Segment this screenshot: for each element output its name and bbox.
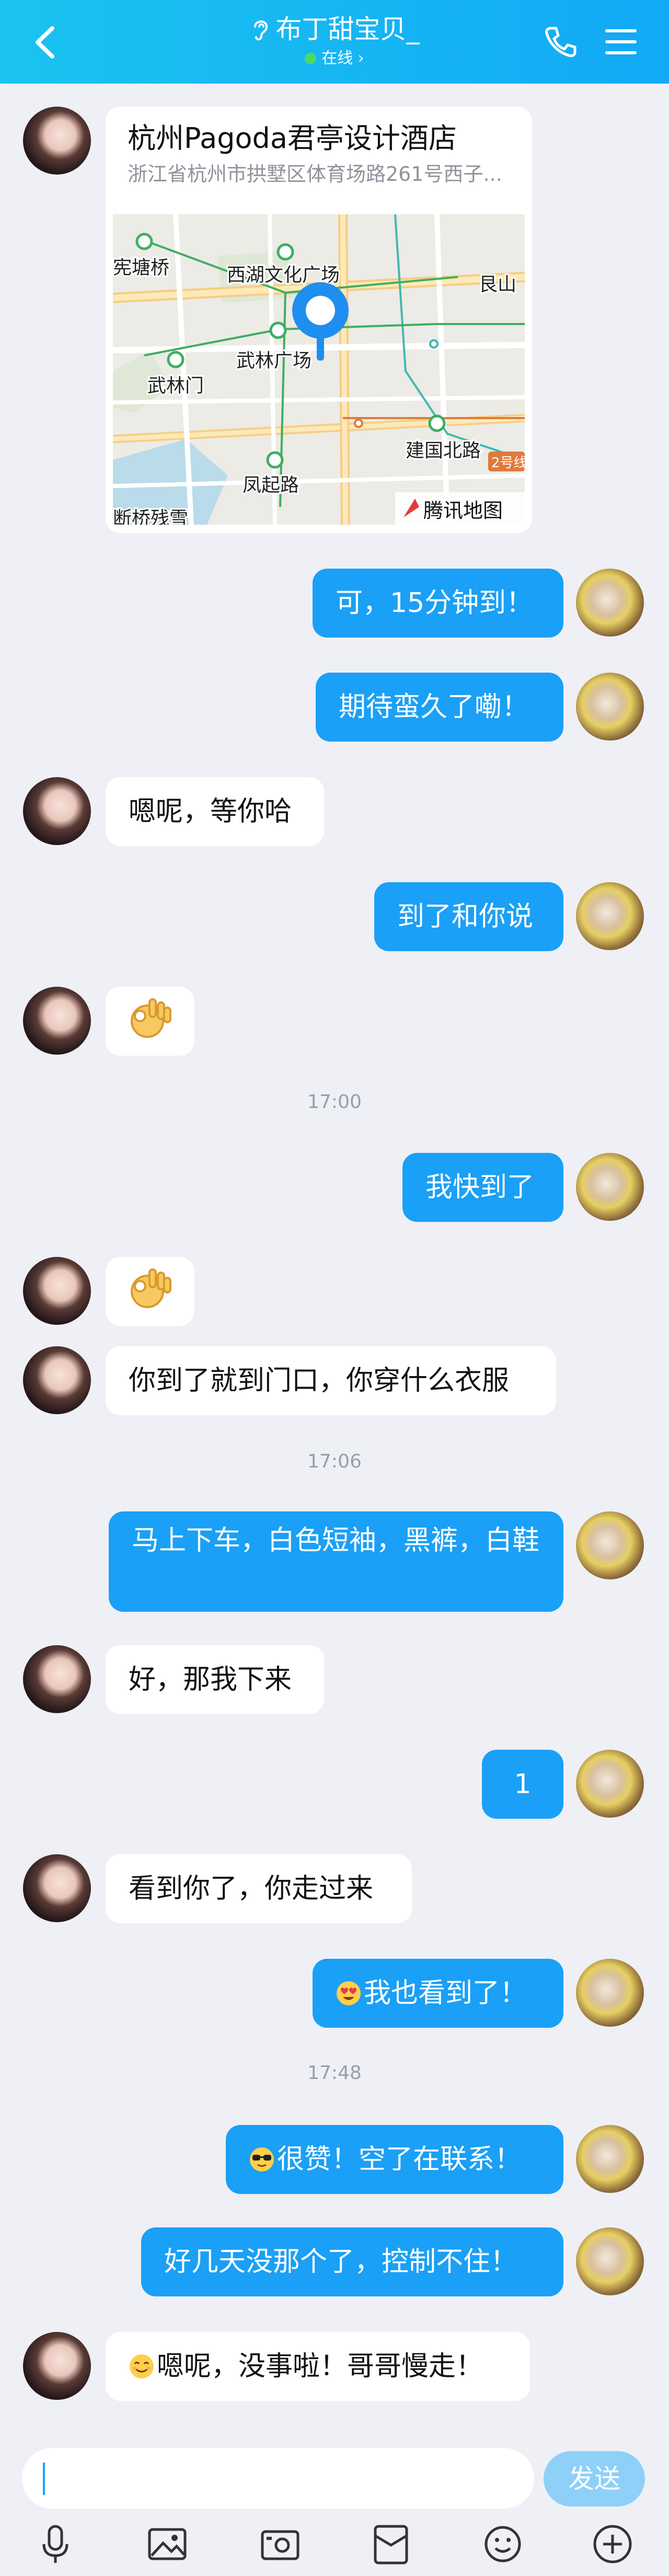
map-preview: 宪塘桥 西湖文化广场 艮山 武林广场 武林门 建国北路 凤起路 断桥残雪 2号线…	[113, 214, 525, 525]
contact-avatar[interactable]	[23, 1346, 91, 1414]
my-avatar[interactable]	[576, 1959, 644, 2027]
red-packet-icon[interactable]	[369, 2522, 413, 2566]
smile-icon	[130, 2354, 154, 2378]
message-bubble[interactable]: 我也看到了！	[313, 1959, 563, 2028]
sunglasses-icon	[250, 2147, 274, 2171]
message-bubble[interactable]: 马上下车，白色短袖，黑裤，白鞋	[109, 1511, 563, 1612]
contact-avatar[interactable]	[23, 2332, 91, 2400]
contact-avatar[interactable]	[23, 1257, 91, 1325]
ear-icon	[253, 20, 268, 41]
message-bubble[interactable]: 嗯呢，没事啦！哥哥慢走！	[106, 2332, 530, 2401]
message-text: 好几天没那个了，控制不住！	[164, 2246, 518, 2278]
ok-hand-icon	[131, 1268, 171, 1308]
timestamp: 17:48	[307, 2062, 362, 2084]
location-address: 浙江省杭州市拱墅区体育场路261号西子...	[128, 163, 502, 186]
message-bubble[interactable]: 嗯呢，等你哈	[106, 777, 324, 846]
my-avatar[interactable]	[576, 2227, 644, 2295]
send-button[interactable]: 发送	[544, 2451, 645, 2506]
location-card[interactable]: 杭州Pagoda君亭设计酒店 浙江省杭州市拱墅区体育场路261号西子... 宪塘…	[106, 107, 532, 533]
message-text: 期待蛮久了嘞！	[339, 691, 529, 723]
message-bubble[interactable]: 看到你了，你走过来	[106, 1854, 412, 1923]
my-avatar[interactable]	[576, 673, 644, 741]
input-bar: 发送	[0, 2435, 669, 2576]
ok-hand-icon	[131, 998, 171, 1038]
microphone-icon[interactable]	[33, 2522, 77, 2566]
contact-avatar[interactable]	[23, 987, 91, 1055]
plus-icon[interactable]	[591, 2522, 635, 2566]
message-bubble[interactable]: 我快到了	[402, 1153, 563, 1222]
message-text: 很赞！空了在联系！	[277, 2144, 522, 2175]
map-label: 断桥残雪	[113, 508, 188, 525]
message-text: 到了和你说	[397, 901, 534, 932]
contact-name: 布丁甜宝贝_	[275, 14, 420, 44]
message-text: 嗯呢，没事啦！哥哥慢走！	[157, 2351, 483, 2382]
contact-avatar[interactable]	[23, 1854, 91, 1922]
camera-icon[interactable]	[258, 2522, 302, 2566]
message-input[interactable]	[22, 2448, 534, 2509]
phone-icon[interactable]	[544, 25, 577, 59]
message-bubble[interactable]: 你到了就到门口，你穿什么衣服	[106, 1346, 556, 1415]
message-bubble[interactable]: 很赞！空了在联系！	[226, 2125, 563, 2194]
heart-eyes-icon	[337, 1981, 361, 2005]
map-label: 艮山	[479, 274, 516, 295]
text-caret	[43, 2463, 45, 2495]
message-text: 可，15分钟到！	[336, 587, 534, 619]
my-avatar[interactable]	[576, 882, 644, 950]
map-label: 武林门	[147, 375, 204, 397]
message-text: 马上下车，白色短袖，黑裤，白鞋	[132, 1525, 540, 1556]
contact-avatar[interactable]	[23, 107, 91, 175]
map-provider: 腾讯地图	[423, 499, 503, 522]
contact-avatar[interactable]	[23, 1645, 91, 1713]
message-bubble[interactable]: 好几天没那个了，控制不住！	[141, 2227, 563, 2296]
my-avatar[interactable]	[576, 1153, 644, 1221]
chat-header: 布丁甜宝贝_ 在线 ›	[0, 0, 669, 84]
contact-avatar[interactable]	[23, 777, 91, 845]
online-dot-icon	[305, 53, 317, 64]
map-label: 宪塘桥	[113, 257, 169, 279]
message-text: 看到你了，你走过来	[129, 1873, 374, 1904]
message-bubble[interactable]	[106, 1257, 194, 1326]
location-name: 杭州Pagoda君亭设计酒店	[128, 122, 457, 155]
timestamp: 17:00	[307, 1091, 362, 1113]
message-text: 你到了就到门口，你穿什么衣服	[129, 1365, 510, 1396]
map-label: 武林广场	[236, 350, 312, 372]
message-text: 嗯呢，等你哈	[129, 796, 292, 827]
timestamp: 17:06	[307, 1451, 362, 1472]
message-bubble[interactable]: 可，15分钟到！	[313, 569, 563, 638]
message-bubble[interactable]: 1	[482, 1750, 563, 1819]
message-text: 我快到了	[425, 1172, 535, 1203]
menu-icon[interactable]	[604, 27, 638, 56]
message-bubble[interactable]: 到了和你说	[374, 882, 563, 951]
map-label: 凤起路	[243, 475, 299, 496]
my-avatar[interactable]	[576, 2125, 644, 2193]
message-bubble[interactable]	[106, 987, 194, 1056]
my-avatar[interactable]	[576, 1511, 644, 1579]
image-icon[interactable]	[145, 2522, 189, 2566]
message-text: 好，那我下来	[129, 1664, 292, 1695]
emoji-icon[interactable]	[481, 2522, 525, 2566]
online-status-label: 在线 ›	[321, 49, 364, 67]
my-avatar[interactable]	[576, 569, 644, 637]
map-label: 建国北路	[406, 440, 481, 461]
message-bubble[interactable]: 好，那我下来	[106, 1645, 324, 1714]
message-text: 我也看到了！	[364, 1978, 527, 2009]
message-bubble[interactable]: 期待蛮久了嘞！	[316, 673, 563, 742]
my-avatar[interactable]	[576, 1750, 644, 1818]
message-text: 1	[514, 1769, 532, 1800]
metro-line-badge: 2号线	[491, 455, 525, 471]
